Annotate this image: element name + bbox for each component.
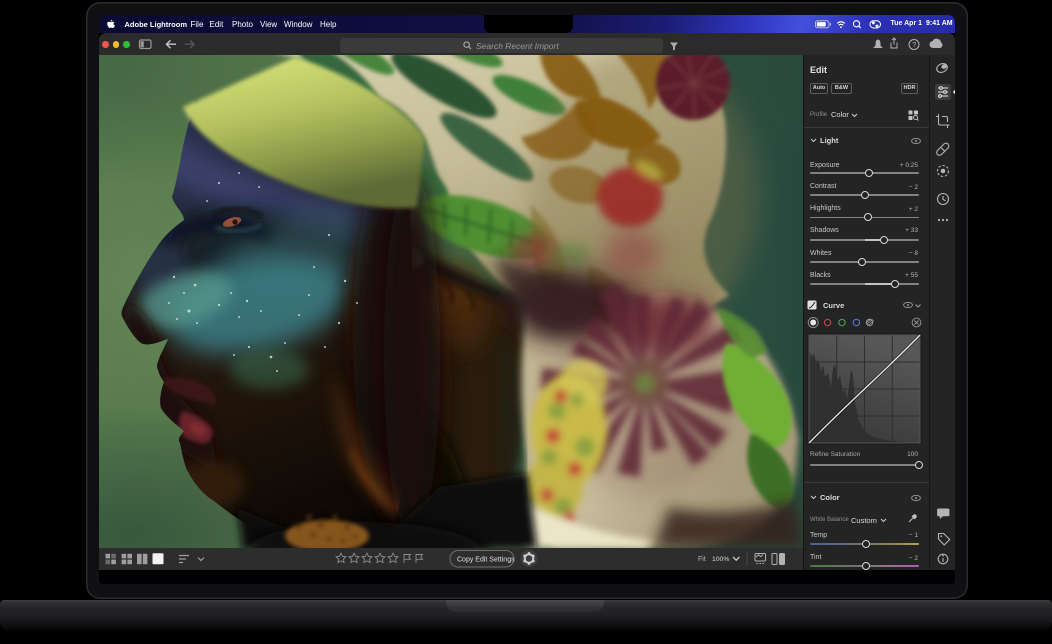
svg-text:Copy Edit Settings: Copy Edit Settings — [457, 557, 515, 564]
svg-text:100%: 100% — [712, 556, 729, 563]
svg-text:?: ? — [912, 42, 916, 49]
svg-text:Fit: Fit — [698, 556, 706, 563]
